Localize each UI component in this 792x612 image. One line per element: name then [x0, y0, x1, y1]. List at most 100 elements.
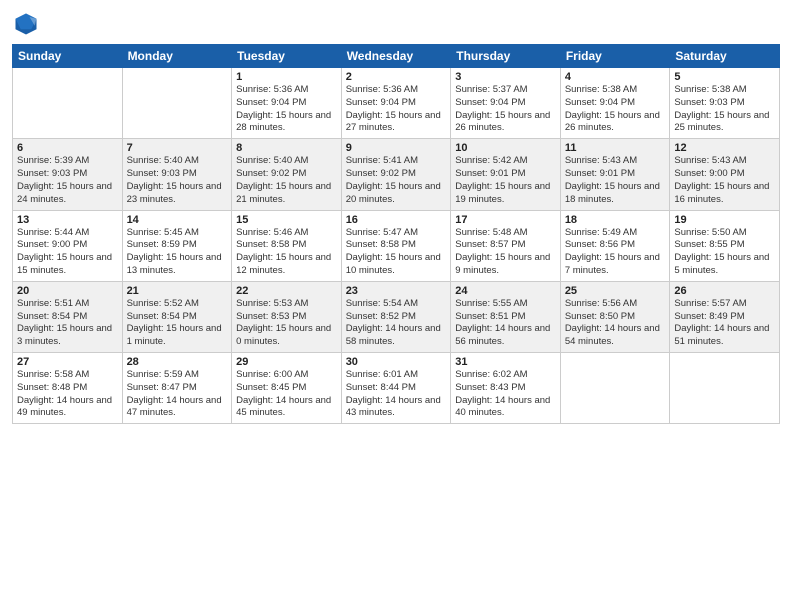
calendar-cell: 27Sunrise: 5:58 AM Sunset: 8:48 PM Dayli…	[13, 353, 123, 424]
day-number: 17	[455, 214, 556, 226]
calendar-cell: 10Sunrise: 5:42 AM Sunset: 9:01 PM Dayli…	[451, 139, 561, 210]
day-number: 26	[674, 285, 775, 297]
calendar-cell: 5Sunrise: 5:38 AM Sunset: 9:03 PM Daylig…	[670, 68, 780, 139]
day-number: 29	[236, 356, 337, 368]
day-info: Sunrise: 5:43 AM Sunset: 9:00 PM Dayligh…	[674, 155, 775, 206]
calendar-cell	[560, 353, 670, 424]
weekday-header-friday: Friday	[560, 45, 670, 68]
day-info: Sunrise: 5:36 AM Sunset: 9:04 PM Dayligh…	[346, 84, 447, 135]
page-container: SundayMondayTuesdayWednesdayThursdayFrid…	[0, 0, 792, 612]
day-info: Sunrise: 5:49 AM Sunset: 8:56 PM Dayligh…	[565, 227, 666, 278]
calendar-week-row: 13Sunrise: 5:44 AM Sunset: 9:00 PM Dayli…	[13, 210, 780, 281]
day-info: Sunrise: 5:37 AM Sunset: 9:04 PM Dayligh…	[455, 84, 556, 135]
day-number: 28	[127, 356, 228, 368]
day-info: Sunrise: 5:38 AM Sunset: 9:04 PM Dayligh…	[565, 84, 666, 135]
day-number: 20	[17, 285, 118, 297]
calendar-cell: 23Sunrise: 5:54 AM Sunset: 8:52 PM Dayli…	[341, 281, 451, 352]
day-number: 27	[17, 356, 118, 368]
calendar-cell	[670, 353, 780, 424]
day-number: 19	[674, 214, 775, 226]
day-info: Sunrise: 5:41 AM Sunset: 9:02 PM Dayligh…	[346, 155, 447, 206]
day-info: Sunrise: 5:51 AM Sunset: 8:54 PM Dayligh…	[17, 298, 118, 349]
calendar-cell: 16Sunrise: 5:47 AM Sunset: 8:58 PM Dayli…	[341, 210, 451, 281]
calendar-cell: 2Sunrise: 5:36 AM Sunset: 9:04 PM Daylig…	[341, 68, 451, 139]
day-info: Sunrise: 5:52 AM Sunset: 8:54 PM Dayligh…	[127, 298, 228, 349]
day-number: 8	[236, 142, 337, 154]
day-number: 12	[674, 142, 775, 154]
day-info: Sunrise: 5:44 AM Sunset: 9:00 PM Dayligh…	[17, 227, 118, 278]
calendar-cell: 1Sunrise: 5:36 AM Sunset: 9:04 PM Daylig…	[232, 68, 342, 139]
day-number: 6	[17, 142, 118, 154]
day-info: Sunrise: 5:50 AM Sunset: 8:55 PM Dayligh…	[674, 227, 775, 278]
header	[12, 10, 780, 38]
weekday-header-sunday: Sunday	[13, 45, 123, 68]
day-info: Sunrise: 5:56 AM Sunset: 8:50 PM Dayligh…	[565, 298, 666, 349]
day-number: 10	[455, 142, 556, 154]
day-number: 15	[236, 214, 337, 226]
day-info: Sunrise: 6:02 AM Sunset: 8:43 PM Dayligh…	[455, 369, 556, 420]
calendar-cell: 14Sunrise: 5:45 AM Sunset: 8:59 PM Dayli…	[122, 210, 232, 281]
calendar-cell: 9Sunrise: 5:41 AM Sunset: 9:02 PM Daylig…	[341, 139, 451, 210]
day-number: 31	[455, 356, 556, 368]
weekday-header-wednesday: Wednesday	[341, 45, 451, 68]
calendar-cell: 22Sunrise: 5:53 AM Sunset: 8:53 PM Dayli…	[232, 281, 342, 352]
calendar-cell: 7Sunrise: 5:40 AM Sunset: 9:03 PM Daylig…	[122, 139, 232, 210]
day-number: 18	[565, 214, 666, 226]
day-number: 5	[674, 71, 775, 83]
day-number: 11	[565, 142, 666, 154]
day-info: Sunrise: 5:36 AM Sunset: 9:04 PM Dayligh…	[236, 84, 337, 135]
calendar-cell: 24Sunrise: 5:55 AM Sunset: 8:51 PM Dayli…	[451, 281, 561, 352]
day-info: Sunrise: 5:40 AM Sunset: 9:03 PM Dayligh…	[127, 155, 228, 206]
day-number: 4	[565, 71, 666, 83]
day-info: Sunrise: 5:59 AM Sunset: 8:47 PM Dayligh…	[127, 369, 228, 420]
day-number: 24	[455, 285, 556, 297]
calendar-cell: 19Sunrise: 5:50 AM Sunset: 8:55 PM Dayli…	[670, 210, 780, 281]
calendar-cell	[13, 68, 123, 139]
calendar-week-row: 20Sunrise: 5:51 AM Sunset: 8:54 PM Dayli…	[13, 281, 780, 352]
calendar-table: SundayMondayTuesdayWednesdayThursdayFrid…	[12, 44, 780, 424]
day-number: 16	[346, 214, 447, 226]
day-number: 9	[346, 142, 447, 154]
day-number: 23	[346, 285, 447, 297]
calendar-cell: 8Sunrise: 5:40 AM Sunset: 9:02 PM Daylig…	[232, 139, 342, 210]
calendar-cell: 21Sunrise: 5:52 AM Sunset: 8:54 PM Dayli…	[122, 281, 232, 352]
calendar-week-row: 1Sunrise: 5:36 AM Sunset: 9:04 PM Daylig…	[13, 68, 780, 139]
day-info: Sunrise: 5:45 AM Sunset: 8:59 PM Dayligh…	[127, 227, 228, 278]
calendar-cell: 6Sunrise: 5:39 AM Sunset: 9:03 PM Daylig…	[13, 139, 123, 210]
day-info: Sunrise: 5:53 AM Sunset: 8:53 PM Dayligh…	[236, 298, 337, 349]
day-number: 2	[346, 71, 447, 83]
day-info: Sunrise: 5:46 AM Sunset: 8:58 PM Dayligh…	[236, 227, 337, 278]
day-number: 1	[236, 71, 337, 83]
day-number: 14	[127, 214, 228, 226]
day-number: 7	[127, 142, 228, 154]
calendar-cell: 12Sunrise: 5:43 AM Sunset: 9:00 PM Dayli…	[670, 139, 780, 210]
calendar-cell: 31Sunrise: 6:02 AM Sunset: 8:43 PM Dayli…	[451, 353, 561, 424]
calendar-cell: 3Sunrise: 5:37 AM Sunset: 9:04 PM Daylig…	[451, 68, 561, 139]
day-info: Sunrise: 6:00 AM Sunset: 8:45 PM Dayligh…	[236, 369, 337, 420]
calendar-cell: 20Sunrise: 5:51 AM Sunset: 8:54 PM Dayli…	[13, 281, 123, 352]
calendar-cell: 4Sunrise: 5:38 AM Sunset: 9:04 PM Daylig…	[560, 68, 670, 139]
calendar-cell: 13Sunrise: 5:44 AM Sunset: 9:00 PM Dayli…	[13, 210, 123, 281]
day-number: 3	[455, 71, 556, 83]
weekday-header-row: SundayMondayTuesdayWednesdayThursdayFrid…	[13, 45, 780, 68]
logo-icon	[12, 10, 40, 38]
day-number: 13	[17, 214, 118, 226]
day-info: Sunrise: 5:57 AM Sunset: 8:49 PM Dayligh…	[674, 298, 775, 349]
weekday-header-monday: Monday	[122, 45, 232, 68]
day-info: Sunrise: 5:55 AM Sunset: 8:51 PM Dayligh…	[455, 298, 556, 349]
weekday-header-thursday: Thursday	[451, 45, 561, 68]
day-info: Sunrise: 6:01 AM Sunset: 8:44 PM Dayligh…	[346, 369, 447, 420]
calendar-cell: 18Sunrise: 5:49 AM Sunset: 8:56 PM Dayli…	[560, 210, 670, 281]
day-number: 22	[236, 285, 337, 297]
day-info: Sunrise: 5:48 AM Sunset: 8:57 PM Dayligh…	[455, 227, 556, 278]
calendar-cell: 11Sunrise: 5:43 AM Sunset: 9:01 PM Dayli…	[560, 139, 670, 210]
calendar-cell: 29Sunrise: 6:00 AM Sunset: 8:45 PM Dayli…	[232, 353, 342, 424]
day-number: 21	[127, 285, 228, 297]
day-info: Sunrise: 5:54 AM Sunset: 8:52 PM Dayligh…	[346, 298, 447, 349]
calendar-cell: 28Sunrise: 5:59 AM Sunset: 8:47 PM Dayli…	[122, 353, 232, 424]
weekday-header-saturday: Saturday	[670, 45, 780, 68]
calendar-cell: 17Sunrise: 5:48 AM Sunset: 8:57 PM Dayli…	[451, 210, 561, 281]
calendar-cell: 26Sunrise: 5:57 AM Sunset: 8:49 PM Dayli…	[670, 281, 780, 352]
day-number: 25	[565, 285, 666, 297]
day-info: Sunrise: 5:43 AM Sunset: 9:01 PM Dayligh…	[565, 155, 666, 206]
